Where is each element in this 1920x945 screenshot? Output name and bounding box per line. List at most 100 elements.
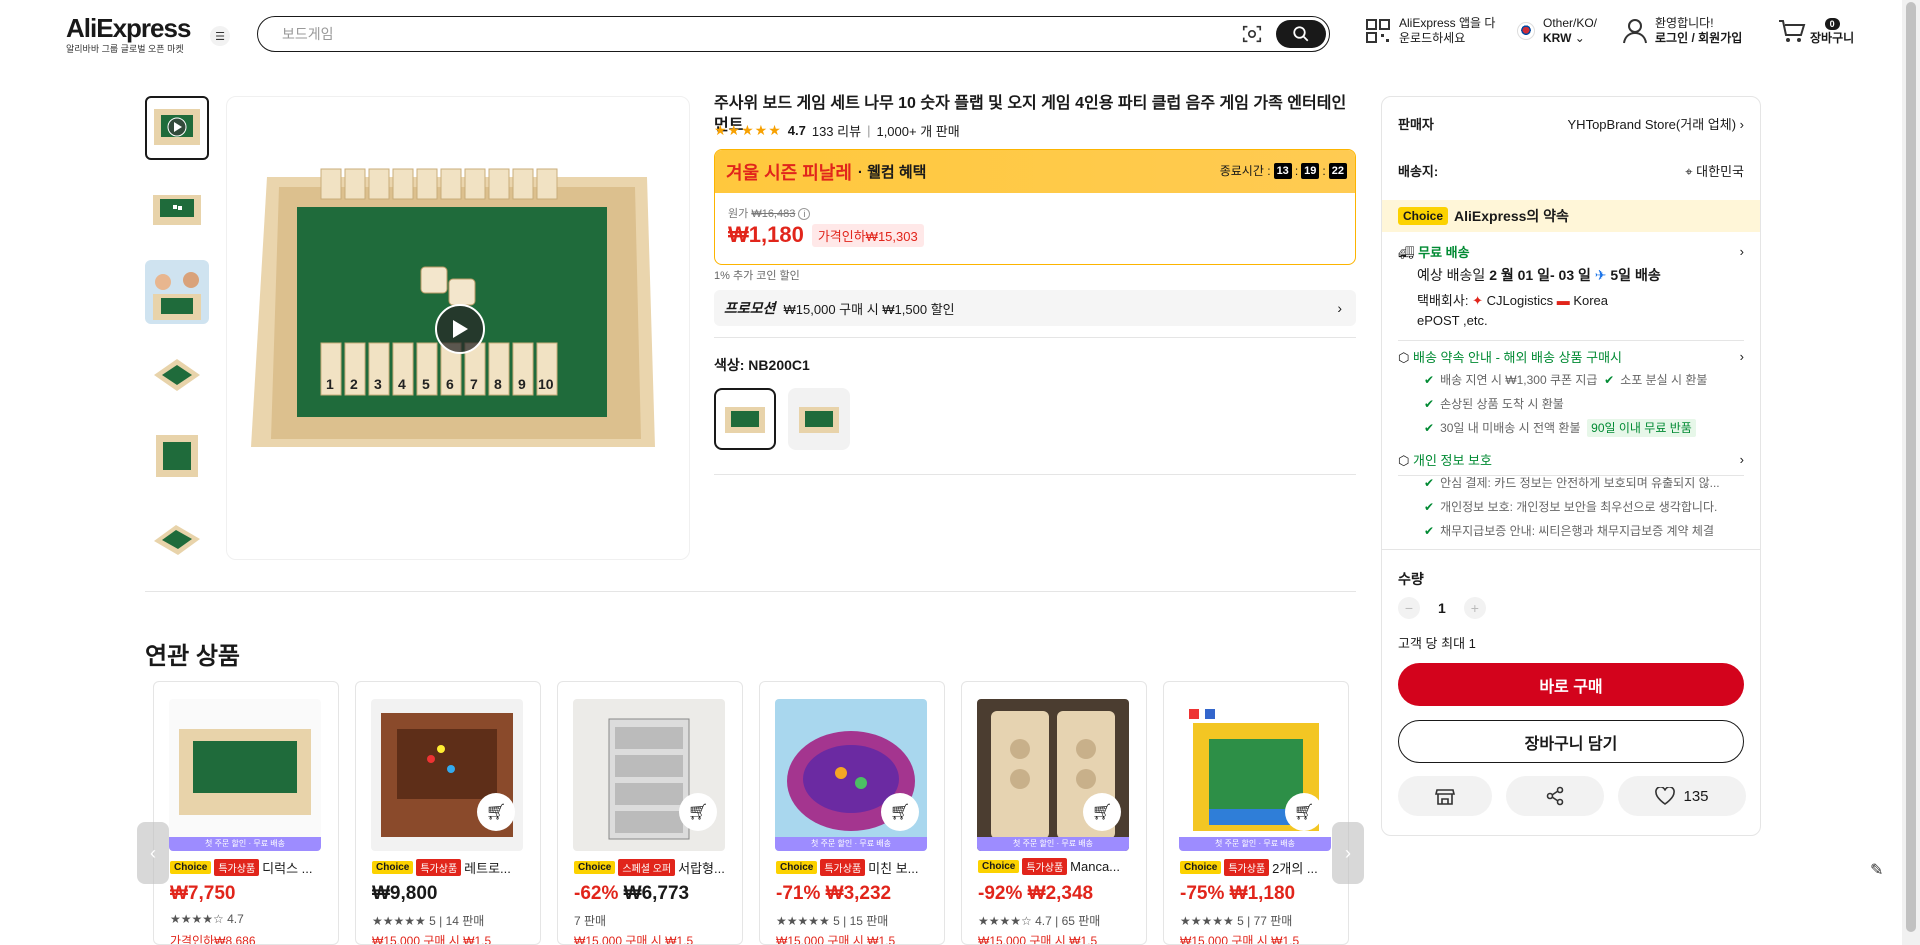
product-card[interactable]: 첫 주문 할인 · 무료 배송 🛒︎ Choice 특가상품 미친 보... -71%… — [759, 681, 945, 945]
promo-strip: 첫 주문 할인 · 무료 배송 — [977, 837, 1129, 851]
edit-icon[interactable]: ✎ — [1870, 860, 1883, 880]
cart-icon — [1779, 20, 1806, 42]
discount-percent: -75% — [1180, 883, 1225, 904]
timer-seconds: 22 — [1328, 162, 1347, 179]
sold-count: 1,000+ 개 판매 — [876, 124, 960, 139]
discount-percent: -92% — [978, 883, 1023, 904]
thumbnail-6[interactable] — [145, 506, 209, 570]
buy-now-button[interactable]: 바로 구매 — [1398, 663, 1744, 706]
cart-label: 장바구니 — [1810, 31, 1855, 45]
region-selector[interactable]: Other/KO/KRW ⌄ — [1517, 16, 1597, 46]
scrollbar-thumb[interactable] — [1906, 2, 1916, 932]
product-name-row: Choice 특가상품 2개의 ... — [1180, 858, 1340, 877]
thumbnail-3[interactable] — [145, 260, 209, 324]
deal-badge: 특가상품 — [214, 859, 260, 876]
add-to-cart-button[interactable]: 장바구니 담기 — [1398, 720, 1744, 763]
image-search-icon[interactable] — [1241, 23, 1263, 45]
truck-icon: 🚚︎ — [1398, 245, 1415, 260]
courier-label: 택배회사: — [1417, 293, 1469, 308]
app-download[interactable]: AliExpress 앱을 다 운로드하세요 — [1365, 16, 1495, 46]
quantity-minus-button[interactable]: − — [1398, 597, 1420, 619]
product-image: 첫 주문 할인 · 무료 배송 🛒︎ — [1179, 699, 1331, 851]
thumbnail-5[interactable] — [145, 424, 209, 488]
thumbnail-4[interactable] — [145, 342, 209, 406]
welcome-text: 환영합니다! — [1655, 16, 1714, 30]
store-button[interactable] — [1398, 776, 1492, 816]
cj-logo-icon: ✦ — [1472, 293, 1483, 308]
product-price: ₩6,773 — [623, 883, 690, 904]
promo-strip: 첫 주문 할인 · 무료 배송 — [169, 837, 321, 851]
account-menu[interactable]: 환영합니다! 로그인 / 회원가입 — [1623, 16, 1742, 46]
thumbnail-2[interactable] — [145, 178, 209, 242]
product-card[interactable]: 첫 주문 할인 · 무료 배송 Choice 특가상품 디럭스 ... ₩7,750… — [153, 681, 339, 945]
choice-promise-band: Choice AliExpress의 약속 — [1382, 200, 1760, 232]
review-count[interactable]: 133 리뷰 — [812, 121, 861, 140]
search-button[interactable] — [1276, 20, 1326, 48]
quantity-value[interactable]: 1 — [1438, 600, 1446, 616]
promise-text: 배송 지연 시 ₩1,300 쿠폰 지급 — [1440, 373, 1598, 387]
product-card[interactable]: 첫 주문 할인 · 무료 배송 🛒︎ Choice 특가상품 2개의 ... -75%… — [1163, 681, 1349, 945]
seller-name[interactable]: YHTopBrand Store(거래 업체) — [1568, 117, 1737, 132]
thumbnail-video[interactable] — [145, 96, 209, 160]
product-card[interactable]: 첫 주문 할인 · 무료 배송 🛒︎ Choice 특가상품 Manca... -92… — [961, 681, 1147, 945]
page-scrollbar[interactable] — [1902, 0, 1920, 945]
privacy-row[interactable]: ⬡ 개인 정보 보호 › — [1398, 450, 1744, 469]
product-card[interactable]: 🛒︎ Choice 특가상품 레트로... ₩9,800 ★★★★★ 5 | 14 … — [355, 681, 541, 945]
timer-minutes: 19 — [1301, 162, 1320, 179]
region-text: Other/KO/ — [1543, 16, 1598, 30]
board-game-thumbnail — [154, 525, 200, 555]
promo-strip: 첫 주문 할인 · 무료 배송 — [1179, 837, 1331, 851]
product-name-row: Choice 특가상품 미친 보... — [776, 858, 936, 877]
seller-row[interactable]: 판매자 YHTopBrand Store(거래 업체) › — [1398, 114, 1744, 133]
add-to-cart-icon[interactable]: 🛒︎ — [881, 793, 919, 831]
separator: | — [867, 123, 871, 138]
product-price: ₩2,348 — [1027, 883, 1094, 904]
wishlist-button[interactable]: 135 — [1618, 776, 1746, 816]
product-extra: 가격인하₩8,686 — [170, 934, 256, 945]
choice-badge: Choice — [1398, 207, 1449, 225]
carousel-next-button[interactable]: › — [1332, 822, 1364, 884]
chevron-right-icon: › — [1337, 300, 1342, 316]
add-to-cart-icon[interactable]: 🛒︎ — [1083, 793, 1121, 831]
add-to-cart-icon[interactable]: 🛒︎ — [477, 793, 515, 831]
carousel-prev-button[interactable]: ‹ — [137, 822, 169, 884]
choice-badge: Choice — [1180, 861, 1222, 874]
product-price: ₩9,800 — [372, 883, 438, 904]
family-playing-thumbnail — [145, 260, 209, 324]
info-icon[interactable]: i — [798, 208, 811, 220]
play-video-button[interactable] — [435, 304, 485, 354]
privacy-item: ✔ 채무지급보증 안내: 씨티은행과 채무지급보증 계약 체결 — [1424, 522, 1714, 539]
product-card[interactable]: 🛒︎ Choice 스페셜 오퍼 서랍형... -62% ₩6,773 7 판매 ₩… — [557, 681, 743, 945]
cart-link[interactable]: 0 장바구니 — [1778, 16, 1854, 46]
ship-to-row[interactable]: 배송지: ⌖ 대한민국 — [1398, 161, 1744, 180]
rating-stars-icon: ★★★★★ — [714, 122, 782, 138]
main-product-image[interactable]: 1 2 3 4 5 6 7 8 9 10 — [226, 96, 690, 560]
courier-cj: CJLogistics — [1486, 293, 1554, 308]
chevron-down-icon: ⌄ — [1574, 31, 1585, 45]
promise-text: 소포 분실 시 환불 — [1620, 373, 1708, 387]
privacy-text: 채무지급보증 안내: 씨티은행과 채무지급보증 계약 체결 — [1440, 524, 1714, 538]
delivery-promise-row[interactable]: ⬡ 배송 약속 안내 - 해외 배송 상품 구매시 › — [1398, 347, 1744, 366]
add-to-cart-icon[interactable]: 🛒︎ — [1285, 793, 1323, 831]
color-swatch[interactable] — [788, 388, 850, 450]
login-link[interactable]: 로그인 / 회원가입 — [1655, 31, 1742, 45]
promise-text: 30일 내 미배송 시 전액 환불 — [1440, 421, 1581, 435]
choice-badge: Choice — [170, 861, 212, 874]
promise-text: 손상된 상품 도착 시 환불 — [1440, 397, 1564, 411]
color-swatch-selected[interactable] — [714, 388, 776, 450]
free-shipping-row[interactable]: 🚚︎ 무료 배송 › — [1398, 242, 1744, 261]
svg-text:9: 9 — [518, 376, 526, 392]
promotion-bar[interactable]: 프로모션 ₩15,000 구매 시 ₩1,500 할인 › — [714, 290, 1356, 326]
promo-strip: 첫 주문 할인 · 무료 배송 — [775, 837, 927, 851]
add-to-cart-icon[interactable]: 🛒︎ — [679, 793, 717, 831]
quantity-plus-button[interactable]: + — [1463, 597, 1486, 619]
divider — [714, 474, 1356, 475]
search-input[interactable] — [282, 24, 1182, 44]
aliexpress-logo[interactable]: AliExpress 알리바바 그룹 글로벌 오픈 마켓 — [66, 13, 191, 55]
related-products-title: 연관 상품 — [145, 643, 240, 670]
chevron-left-icon: ‹ — [150, 842, 156, 863]
menu-icon[interactable]: ☰ — [210, 26, 230, 46]
share-button[interactable] — [1506, 776, 1604, 816]
swatch-image — [799, 407, 839, 433]
product-price: ₩3,232 — [825, 883, 892, 904]
